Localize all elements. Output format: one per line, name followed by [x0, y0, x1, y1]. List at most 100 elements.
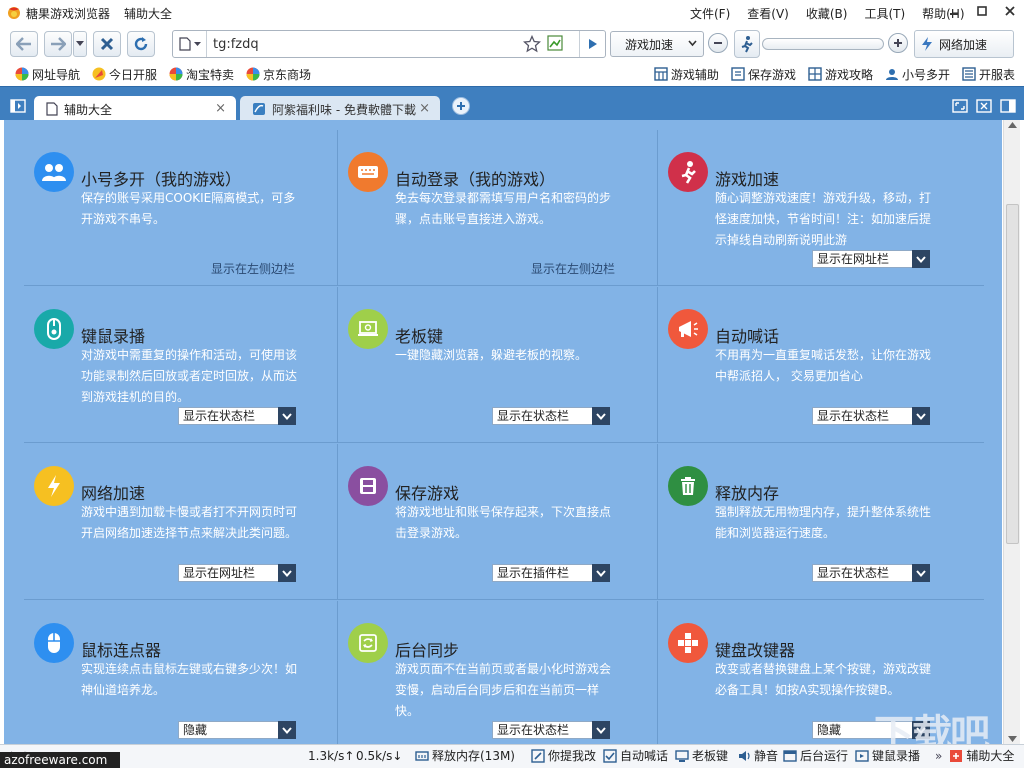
sync-icon[interactable] — [348, 623, 388, 663]
feature-title[interactable]: 游戏加速 — [715, 166, 779, 190]
network-speed-button[interactable]: 网络加速 — [914, 30, 1014, 58]
split-view-icon[interactable] — [1000, 99, 1016, 113]
bookmark-today-servers[interactable]: 今日开服 — [89, 66, 157, 83]
feature-title[interactable]: 鼠标连点器 — [81, 637, 161, 661]
status-auto-shout[interactable]: 自动喊话 — [600, 747, 668, 764]
forward-button[interactable] — [44, 31, 72, 57]
history-dropdown-button[interactable] — [73, 31, 87, 57]
chevron-down-icon[interactable] — [278, 407, 296, 425]
tool-game-guide[interactable]: 游戏攻略 — [805, 66, 873, 83]
status-mute[interactable]: 静音 — [734, 747, 778, 764]
fullscreen-icon[interactable] — [952, 99, 968, 113]
speed-runner-button[interactable] — [734, 30, 760, 58]
feature-title[interactable]: 自动喊话 — [715, 323, 779, 347]
mouse-record-icon[interactable] — [34, 309, 74, 349]
page-menu-button[interactable] — [173, 31, 207, 57]
tool-game-assist[interactable]: 游戏辅助 — [651, 66, 719, 83]
chevron-down-icon[interactable] — [592, 564, 610, 582]
chevron-down-icon[interactable] — [278, 564, 296, 582]
speed-slider[interactable] — [762, 38, 884, 50]
tool-save-game[interactable]: 保存游戏 — [728, 66, 796, 83]
feature-title[interactable]: 键鼠录播 — [81, 323, 145, 347]
go-button[interactable] — [579, 31, 605, 57]
save-icon[interactable] — [348, 466, 388, 506]
refresh-button[interactable] — [127, 31, 155, 57]
menu-file[interactable]: 文件(F) — [690, 5, 730, 22]
menu-tools[interactable]: 工具(T) — [864, 5, 905, 22]
game-speed-dropdown[interactable]: 游戏加速 — [610, 31, 704, 57]
feature-title[interactable]: 保存游戏 — [395, 480, 459, 504]
lightning-icon[interactable] — [34, 466, 74, 506]
maximize-icon[interactable] — [968, 0, 996, 22]
display-location-select[interactable]: 隐藏 — [178, 721, 296, 739]
display-location-select[interactable]: 显示在网址栏 — [178, 564, 296, 582]
vertical-scrollbar[interactable] — [1003, 120, 1020, 744]
tool-multi-account[interactable]: 小号多开 — [882, 66, 950, 83]
mouse-icon[interactable] — [34, 623, 74, 663]
tool-server-list[interactable]: 开服表 — [959, 66, 1015, 83]
bookmark-site-nav[interactable]: 网址导航 — [12, 66, 80, 83]
chevron-down-icon[interactable] — [912, 407, 930, 425]
status-boss-key[interactable]: 老板键 — [672, 747, 728, 764]
chevron-down-icon[interactable] — [912, 250, 930, 268]
runner-icon[interactable] — [668, 152, 708, 192]
show-in-sidebar-link[interactable]: 显示在左侧边栏 — [211, 260, 295, 277]
feature-title[interactable]: 网络加速 — [81, 480, 145, 504]
display-location-select[interactable]: 显示在状态栏 — [812, 407, 930, 425]
megaphone-icon[interactable] — [668, 309, 708, 349]
chevron-down-icon[interactable] — [278, 721, 296, 739]
scroll-up-icon[interactable] — [1008, 122, 1017, 128]
tab-assist[interactable]: 辅助大全 × — [34, 96, 236, 122]
laptop-icon[interactable] — [348, 309, 388, 349]
display-location-select[interactable]: 显示在状态栏 — [492, 721, 610, 739]
menu-view[interactable]: 查看(V) — [747, 5, 789, 22]
chevron-down-icon[interactable] — [592, 721, 610, 739]
back-button[interactable] — [10, 31, 38, 57]
address-input[interactable] — [213, 33, 513, 55]
speed-increase-button[interactable] — [888, 33, 908, 53]
speed-decrease-button[interactable] — [708, 33, 728, 53]
stop-x-icon — [100, 37, 114, 51]
display-location-select[interactable]: 显示在状态栏 — [178, 407, 296, 425]
new-tab-button[interactable] — [452, 97, 470, 115]
minimize-icon[interactable] — [940, 0, 968, 22]
display-location-select[interactable]: 显示在网址栏 — [812, 250, 930, 268]
status-key-mouse-record[interactable]: 键鼠录播 — [852, 747, 920, 764]
sidebar-toggle-icon[interactable] — [10, 99, 26, 113]
scroll-down-icon[interactable] — [1008, 736, 1017, 742]
trash-icon[interactable] — [668, 466, 708, 506]
status-feedback[interactable]: 你提我改 — [528, 747, 596, 764]
tab-tools — [944, 99, 1016, 113]
feature-title[interactable]: 键盘改键器 — [715, 637, 795, 661]
users-icon[interactable] — [34, 152, 74, 192]
star-icon[interactable] — [523, 35, 541, 53]
feature-title[interactable]: 老板键 — [395, 323, 443, 347]
tab-close-icon[interactable]: × — [215, 101, 226, 116]
close-icon[interactable] — [996, 0, 1024, 22]
scroll-thumb[interactable] — [1006, 204, 1019, 544]
show-in-sidebar-link[interactable]: 显示在左侧边栏 — [531, 260, 615, 277]
close-all-tabs-icon[interactable] — [976, 99, 992, 113]
display-location-select[interactable]: 显示在状态栏 — [812, 564, 930, 582]
display-location-select[interactable]: 显示在插件栏 — [492, 564, 610, 582]
select-value: 显示在插件栏 — [497, 566, 570, 580]
chevron-down-icon[interactable] — [592, 407, 610, 425]
feature-title[interactable]: 释放内存 — [715, 480, 779, 504]
tab-close-icon[interactable]: × — [419, 101, 430, 116]
compat-mode-icon[interactable] — [547, 34, 563, 52]
tab-azofreeware[interactable]: 阿紫福利味 - 免費軟體下載 × — [240, 96, 440, 122]
keyboard-icon[interactable] — [348, 152, 388, 192]
feature-title[interactable]: 小号多开（我的游戏） — [81, 166, 241, 190]
stop-button[interactable] — [93, 31, 121, 57]
bookmark-taobao[interactable]: 淘宝特卖 — [166, 66, 234, 83]
chevron-down-icon[interactable] — [912, 564, 930, 582]
display-location-select[interactable]: 显示在状态栏 — [492, 407, 610, 425]
keys-icon[interactable] — [668, 623, 708, 663]
feature-title[interactable]: 后台同步 — [395, 637, 459, 661]
menu-favorites[interactable]: 收藏(B) — [806, 5, 848, 22]
feature-title[interactable]: 自动登录（我的游戏） — [395, 166, 555, 190]
status-assist-center[interactable]: » 辅助大全 — [932, 747, 1014, 764]
status-background-run[interactable]: 后台运行 — [780, 747, 848, 764]
status-release-memory[interactable]: 释放内存(13M) — [412, 747, 515, 764]
bookmark-jd[interactable]: 京东商场 — [243, 66, 311, 83]
